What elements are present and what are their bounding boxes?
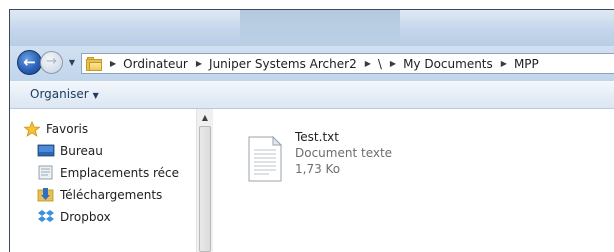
- breadcrumb-root[interactable]: \: [378, 57, 382, 71]
- organize-label: Organiser: [30, 87, 89, 101]
- text-document-icon[interactable]: [247, 135, 283, 183]
- breadcrumb-separator-icon[interactable]: ▶: [390, 59, 396, 68]
- navigation-pane-scrollbar[interactable]: ▲: [196, 109, 213, 252]
- breadcrumb-separator-icon[interactable]: ▶: [501, 59, 507, 68]
- navigation-bar: ← → ▼ ▶ Ordinateur ▶ Juniper Systems Arc…: [10, 46, 614, 80]
- address-bar[interactable]: ▶ Ordinateur ▶ Juniper Systems Archer2 ▶…: [81, 53, 614, 74]
- breadcrumb-current-folder[interactable]: MPP: [514, 57, 539, 71]
- breadcrumb-separator-icon[interactable]: ▶: [110, 59, 116, 68]
- sidebar-item-label: Bureau: [60, 144, 103, 158]
- chevron-down-icon: ▼: [92, 91, 99, 100]
- breadcrumb-device[interactable]: Juniper Systems Archer2: [209, 57, 357, 71]
- scrollbar-thumb[interactable]: [199, 126, 211, 252]
- star-icon: [23, 121, 41, 137]
- back-button[interactable]: ←: [17, 50, 42, 75]
- sidebar-item-label: Emplacements réce: [60, 166, 180, 180]
- folder-icon: [86, 56, 102, 71]
- scroll-up-icon[interactable]: ▲: [197, 109, 213, 126]
- breadcrumb-my-documents[interactable]: My Documents: [403, 57, 493, 71]
- title-bar-glass: [240, 10, 400, 46]
- breadcrumb-separator-icon[interactable]: ▶: [196, 59, 202, 68]
- dropbox-icon: [37, 209, 55, 225]
- recent-places-icon: [37, 165, 55, 181]
- file-list-area: Test.txt Document texte 1,73 Ko: [213, 109, 614, 252]
- breadcrumb-computer[interactable]: Ordinateur: [123, 57, 188, 71]
- title-bar: [10, 10, 614, 46]
- file-name[interactable]: Test.txt: [295, 130, 339, 144]
- recent-pages-button[interactable]: ▼: [66, 57, 78, 69]
- sidebar-item-desktop[interactable]: Bureau: [37, 141, 103, 161]
- navigation-pane: Favoris Bureau Emplacements réce Télécha…: [10, 109, 196, 252]
- sidebar-item-recent-places[interactable]: Emplacements réce: [37, 163, 179, 183]
- forward-button[interactable]: →: [40, 51, 63, 74]
- breadcrumb-separator-icon[interactable]: ▶: [365, 59, 371, 68]
- desktop-icon: [37, 143, 55, 159]
- downloads-icon: [37, 187, 55, 203]
- forward-arrow-icon: →: [46, 54, 57, 69]
- sidebar-item-favorites[interactable]: Favoris: [23, 119, 88, 139]
- sidebar-item-dropbox[interactable]: Dropbox: [37, 207, 111, 227]
- chevron-down-icon: ▼: [68, 58, 76, 67]
- sidebar-item-downloads[interactable]: Téléchargements: [37, 185, 162, 205]
- explorer-window: ← → ▼ ▶ Ordinateur ▶ Juniper Systems Arc…: [9, 9, 614, 252]
- organize-menu-button[interactable]: Organiser ▼: [30, 87, 99, 101]
- command-bar: Organiser ▼: [10, 80, 614, 109]
- file-size: 1,73 Ko: [295, 162, 341, 176]
- sidebar-item-label: Favoris: [46, 122, 89, 136]
- sidebar-item-label: Téléchargements: [60, 188, 163, 202]
- back-arrow-icon: ←: [23, 53, 36, 71]
- file-type: Document texte: [295, 146, 393, 160]
- sidebar-item-label: Dropbox: [60, 210, 111, 224]
